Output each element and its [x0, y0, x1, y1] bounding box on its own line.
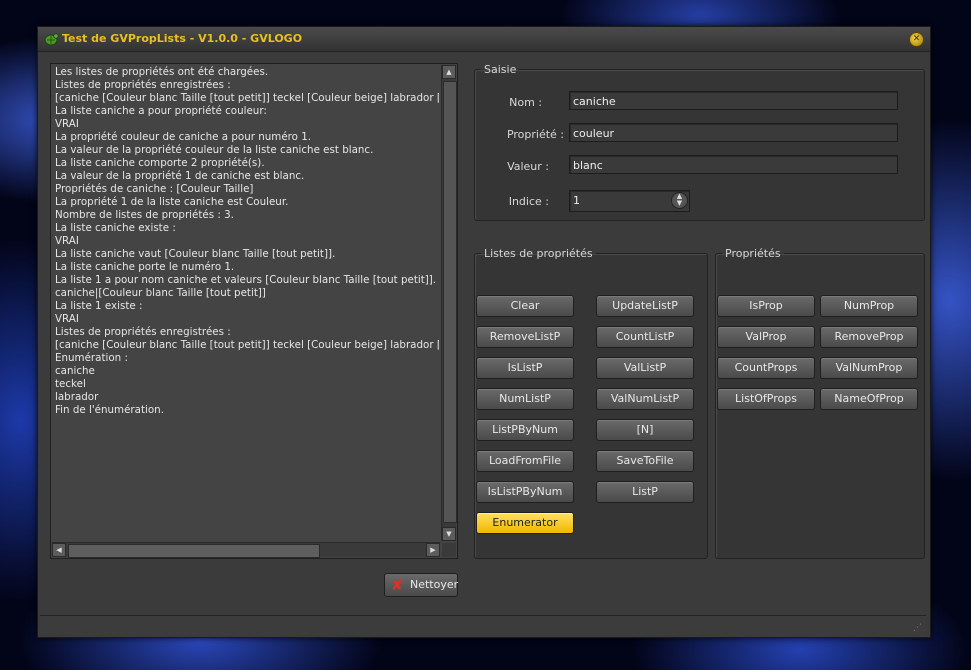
- spin-updown-icon[interactable]: ▲ ▼: [671, 192, 688, 209]
- log-text: Les listes de propriétés ont été chargée…: [55, 66, 439, 416]
- propriete-input[interactable]: couleur: [569, 123, 898, 142]
- vallistp-button[interactable]: ValListP: [596, 357, 694, 379]
- savetofile-button[interactable]: SaveToFile: [596, 450, 694, 472]
- scroll-right-icon[interactable]: ▶: [426, 543, 440, 557]
- proprietes-legend: Propriétés: [725, 247, 781, 260]
- nettoyer-button[interactable]: ✘ Nettoyer: [384, 573, 458, 597]
- indice-value: 1: [573, 194, 580, 207]
- valnumprop-button[interactable]: ValNumProp: [820, 357, 918, 379]
- indice-label: Indice :: [508, 195, 549, 208]
- vertical-scrollbar[interactable]: ▲ ▼: [441, 65, 457, 541]
- islistp-button[interactable]: IsListP: [476, 357, 574, 379]
- listp-button[interactable]: ListP: [596, 481, 694, 503]
- numlistp-button[interactable]: NumListP: [476, 388, 574, 410]
- nom-label: Nom :: [509, 96, 542, 109]
- scroll-up-icon[interactable]: ▲: [442, 65, 456, 79]
- nettoyer-label: Nettoyer: [410, 578, 459, 591]
- loadfromfile-button[interactable]: LoadFromFile: [476, 450, 574, 472]
- removeprop-button[interactable]: RemoveProp: [820, 326, 918, 348]
- listofprops-button[interactable]: ListOfProps: [717, 388, 815, 410]
- title-bar[interactable]: Test de GVPropLists - V1.0.0 - GVLOGO ✕: [38, 27, 930, 52]
- countlistp-button[interactable]: CountListP: [596, 326, 694, 348]
- horizontal-scroll-thumb[interactable]: [68, 544, 320, 558]
- listpbynum-button[interactable]: ListPByNum: [476, 419, 574, 441]
- indice-stepper[interactable]: 1 ▲ ▼: [569, 190, 690, 212]
- status-bar: ⋰: [40, 615, 926, 635]
- propriete-label: Propriété :: [506, 128, 564, 141]
- isprop-button[interactable]: IsProp: [717, 295, 815, 317]
- app-logo-icon: [44, 33, 59, 46]
- n-button[interactable]: [N]: [596, 419, 694, 441]
- islistpbynum-button[interactable]: IsListPByNum: [476, 481, 574, 503]
- valnumlistp-button[interactable]: ValNumListP: [596, 388, 694, 410]
- removelistp-button[interactable]: RemoveListP: [476, 326, 574, 348]
- enumerator-button[interactable]: Enumerator: [476, 512, 574, 534]
- scroll-left-icon[interactable]: ◀: [52, 543, 66, 557]
- nom-input[interactable]: caniche: [569, 91, 898, 110]
- window-title: Test de GVPropLists - V1.0.0 - GVLOGO: [62, 32, 303, 45]
- valprop-button[interactable]: ValProp: [717, 326, 815, 348]
- horizontal-scrollbar[interactable]: ◀ ▶: [52, 542, 440, 558]
- numprop-button[interactable]: NumProp: [820, 295, 918, 317]
- vertical-scroll-thumb[interactable]: [443, 81, 457, 523]
- clear-x-icon: ✘: [391, 576, 404, 594]
- clear-button[interactable]: Clear: [476, 295, 574, 317]
- valeur-input[interactable]: blanc: [569, 155, 898, 174]
- scroll-down-icon[interactable]: ▼: [442, 527, 456, 541]
- close-icon[interactable]: ✕: [909, 32, 924, 47]
- updatelistp-button[interactable]: UpdateListP: [596, 295, 694, 317]
- saisie-legend: Saisie: [484, 63, 517, 76]
- resize-grip-icon[interactable]: ⋰: [913, 623, 922, 633]
- scroll-corner: [442, 543, 456, 557]
- main-window: Test de GVPropLists - V1.0.0 - GVLOGO ✕ …: [37, 26, 931, 638]
- log-output[interactable]: Les listes de propriétés ont été chargée…: [50, 63, 458, 559]
- countprops-button[interactable]: CountProps: [717, 357, 815, 379]
- valeur-label: Valeur :: [507, 160, 549, 173]
- listes-legend: Listes de propriétés: [484, 247, 593, 260]
- nameofprop-button[interactable]: NameOfProp: [820, 388, 918, 410]
